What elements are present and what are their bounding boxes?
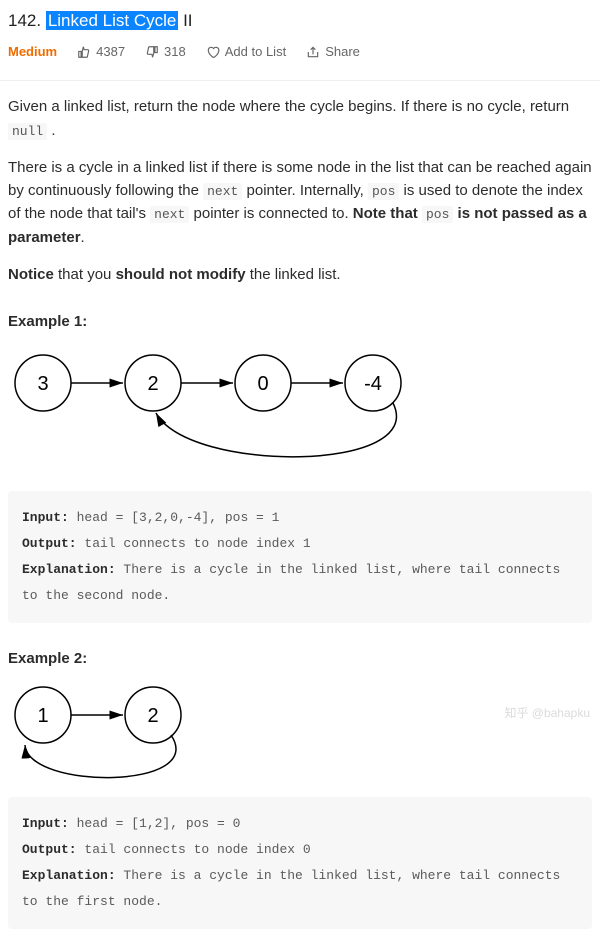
code-pos: pos [422, 206, 453, 223]
heart-icon [206, 45, 220, 59]
meta-row: Medium 4387 318 Add to List Share [8, 42, 592, 62]
code-next: next [150, 206, 189, 223]
like-button[interactable]: 4387 [77, 42, 125, 62]
node-neg4: -4 [364, 373, 382, 395]
likes-count: 4387 [96, 42, 125, 62]
example1-heading: Example 1: [8, 310, 592, 333]
thumbs-up-icon [77, 45, 91, 59]
desc-p1: Given a linked list, return the node whe… [8, 95, 592, 142]
title-number: 142. [8, 11, 41, 30]
example2-heading: Example 2: [8, 647, 592, 670]
difficulty-badge: Medium [8, 42, 57, 62]
share-button[interactable]: Share [306, 42, 360, 62]
title-suffix: II [178, 11, 192, 30]
watermark: 知乎 @bahapku [504, 704, 590, 723]
node-2b: 2 [147, 705, 158, 727]
dislikes-count: 318 [164, 42, 186, 62]
share-label: Share [325, 42, 360, 62]
node-0: 0 [257, 373, 268, 395]
node-3: 3 [37, 373, 48, 395]
desc-p3: Notice that you should not modify the li… [8, 263, 592, 286]
thumbs-down-icon [145, 45, 159, 59]
node-2: 2 [147, 373, 158, 395]
desc-p2: There is a cycle in a linked list if the… [8, 156, 592, 249]
example1-diagram: 3 2 0 -4 [8, 343, 448, 483]
share-icon [306, 45, 320, 59]
code-null: null [8, 123, 47, 140]
node-1: 1 [37, 705, 48, 727]
example2-code: Input: head = [1,2], pos = 0 Output: tai… [8, 797, 592, 929]
dislike-button[interactable]: 318 [145, 42, 186, 62]
divider [0, 80, 600, 81]
example2-diagram: 1 2 [8, 680, 228, 790]
title-highlight: Linked List Cycle [46, 11, 179, 30]
add-to-list-label: Add to List [225, 42, 286, 62]
add-to-list-button[interactable]: Add to List [206, 42, 286, 62]
problem-title: 142. Linked List Cycle II [8, 8, 592, 34]
code-pos: pos [368, 183, 399, 200]
example1-code: Input: head = [3,2,0,-4], pos = 1 Output… [8, 491, 592, 623]
code-next: next [203, 183, 242, 200]
